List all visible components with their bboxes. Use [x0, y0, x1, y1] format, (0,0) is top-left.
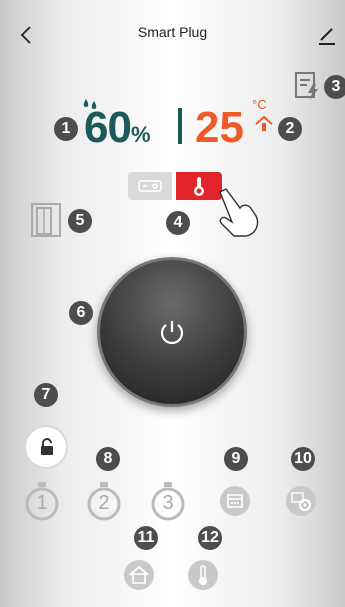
timer-1-button[interactable]: 1 — [24, 480, 64, 524]
schedule-settings-button[interactable] — [286, 486, 316, 516]
timer-3-label: 3 — [162, 492, 174, 514]
callout-badge-9: 9 — [224, 447, 248, 471]
lock-button[interactable] — [24, 425, 68, 469]
timer-2-label: 2 — [98, 492, 110, 514]
callout-badge-2: 2 — [278, 117, 302, 141]
reading-separator — [178, 108, 182, 144]
timer-2-button[interactable]: 2 — [86, 480, 126, 524]
page-title: Smart Plug — [137, 24, 208, 40]
callout-badge-3: 3 — [324, 75, 345, 99]
callout-badge-1: 1 — [54, 117, 78, 141]
timer-1-label: 1 — [36, 492, 48, 514]
thermostat-mode-icon — [194, 177, 204, 196]
callout-badge-12: 12 — [198, 526, 222, 550]
callout-badge-10: 10 — [291, 447, 315, 471]
home-temperature-icon — [129, 565, 149, 584]
humidity-unit: % — [130, 122, 151, 147]
callout-badge-8: 8 — [96, 447, 120, 471]
schedule-button[interactable] — [220, 486, 250, 516]
humidity-value: 60 — [84, 103, 132, 152]
power-icon — [160, 321, 184, 345]
temperature-value: 25 — [195, 103, 244, 152]
switch-mode-icon — [138, 180, 162, 192]
lock-icon — [41, 438, 53, 455]
home-temperature-button[interactable] — [124, 560, 154, 590]
thermometer-button[interactable] — [188, 560, 218, 590]
thermometer-icon — [199, 565, 207, 585]
temperature-unit: °C — [252, 97, 267, 112]
callout-badge-4: 4 — [166, 211, 190, 235]
humidity-reading: 60% — [84, 103, 150, 153]
edit-pencil-icon[interactable] — [316, 24, 338, 46]
temperature-home-icon — [255, 115, 273, 131]
callout-badge-6: 6 — [69, 301, 93, 325]
hand-pointer-icon — [219, 188, 259, 237]
calendar-icon — [227, 494, 243, 508]
power-button[interactable] — [97, 257, 247, 407]
callout-badge-5: 5 — [68, 209, 92, 233]
timer-3-button[interactable]: 3 — [150, 480, 190, 524]
callout-badge-11: 11 — [134, 526, 158, 550]
energy-report-icon[interactable] — [294, 70, 320, 102]
door-icon[interactable] — [30, 202, 64, 238]
calendar-gear-icon — [291, 492, 311, 511]
callout-badge-7: 7 — [34, 383, 58, 407]
switch-mode-button[interactable] — [128, 172, 172, 200]
